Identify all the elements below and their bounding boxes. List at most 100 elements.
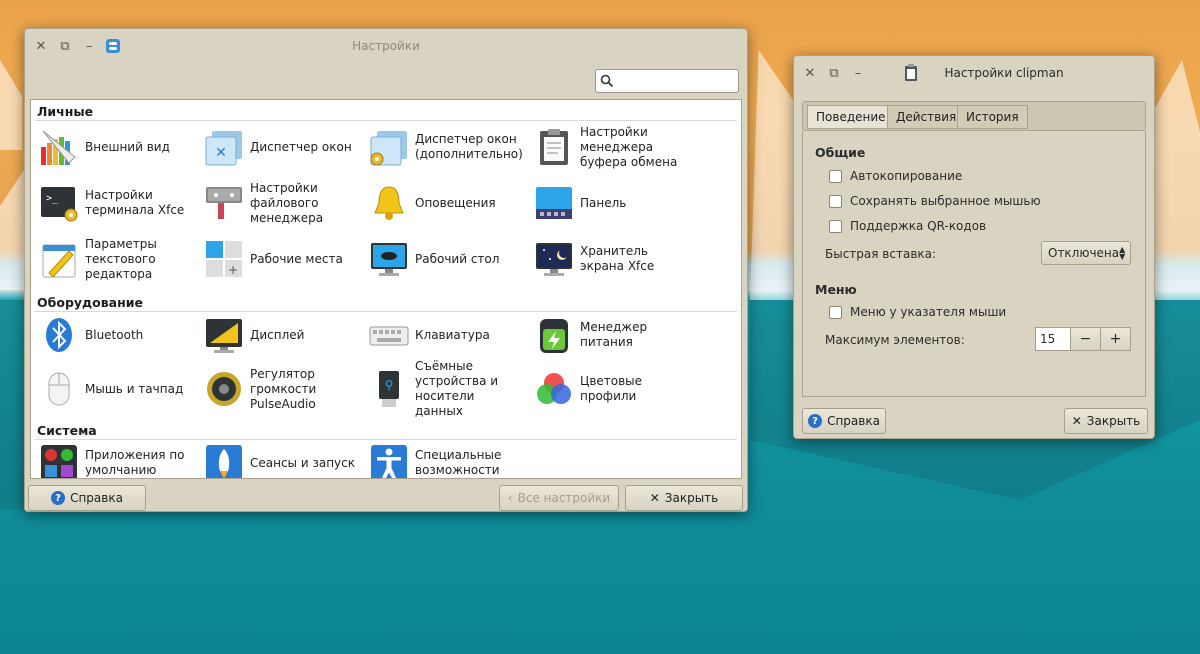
item-removable[interactable]: ⚲ Съёмные устройства и носители данных [361, 359, 526, 418]
help-button[interactable]: ? Справка [802, 408, 886, 434]
item-label: Диспетчер окон (дополнительно) [415, 132, 523, 161]
restore-icon[interactable]: ⧉ [53, 34, 77, 58]
wm-tweaks-icon [369, 127, 409, 167]
checkbox-label: Автокопирование [850, 169, 963, 183]
all-settings-button[interactable]: ‹ Все настройки [499, 485, 619, 511]
item-default-apps[interactable]: Приложения по умолчанию [31, 438, 196, 478]
item-label: Рабочие места [250, 251, 343, 266]
checkbox[interactable] [829, 219, 842, 233]
item-panel[interactable]: Панель [526, 178, 691, 228]
item-label: Дисплей [250, 327, 305, 342]
window-manager-icon: ✕ [204, 127, 244, 167]
restore-icon[interactable]: ⧉ [822, 61, 846, 85]
item-label: Хранитель экрана Xfce [580, 244, 655, 273]
svg-text:✕: ✕ [215, 145, 227, 161]
item-pulseaudio[interactable]: Регулятор громкости PulseAudio [196, 364, 361, 414]
paste-select[interactable]: Отключена ▲ ▼ [1041, 241, 1131, 265]
paste-label: Быстрая вставка: [825, 247, 937, 261]
titlebar: ✕ ⧉ – [25, 29, 747, 63]
close-button[interactable]: ✕ Закрыть [625, 485, 743, 511]
tab-bar: Поведение Действия История [802, 101, 1146, 131]
item-keyboard[interactable]: Клавиатура [361, 310, 526, 360]
close-icon[interactable]: ✕ [29, 34, 53, 58]
item-label: Внешний вид [85, 139, 170, 154]
at-pointer-checkbox[interactable]: Меню у указателя мыши [829, 305, 1006, 319]
minimize-icon[interactable]: – [77, 34, 101, 58]
item-notifications[interactable]: Оповещения [361, 178, 526, 228]
item-power[interactable]: Менеджер питания [526, 310, 691, 360]
item-file-manager[interactable]: Настройки файлового менеджера [196, 178, 361, 228]
updown-icon: ▲ ▼ [1119, 245, 1126, 261]
item-label: Регулятор громкости PulseAudio [250, 366, 317, 411]
group-general-title: Общие [815, 145, 866, 160]
item-label: Цветовые профили [580, 374, 643, 403]
svg-text:⚲: ⚲ [385, 378, 394, 392]
item-mousepad[interactable]: Параметры текстового редактора [31, 234, 196, 284]
chevron-left-icon: ‹ [507, 491, 513, 505]
autocopy-checkbox[interactable]: Автокопирование [829, 169, 962, 183]
close-icon[interactable]: ✕ [798, 61, 822, 85]
max-items-stepper[interactable]: 15 − + [1035, 327, 1131, 351]
search-input[interactable] [595, 69, 739, 93]
default-apps-icon [39, 443, 79, 478]
item-accessibility[interactable]: Специальные возможности [361, 438, 526, 478]
item-display[interactable]: Дисплей [196, 310, 361, 360]
help-button[interactable]: ? Справка [28, 485, 146, 511]
workspaces-icon: + [204, 239, 244, 279]
section-hardware: Оборудование [37, 295, 143, 310]
item-clipman[interactable]: Настройки менеджера буфера обмена [526, 122, 691, 172]
item-terminal[interactable]: >_ Настройки терминала Xfce [31, 178, 196, 228]
file-manager-icon [204, 183, 244, 223]
item-screensaver[interactable]: Хранитель экрана Xfce [526, 234, 691, 284]
max-items-input[interactable]: 15 [1035, 327, 1071, 351]
item-sessions[interactable]: Сеансы и запуск [196, 438, 361, 478]
item-color-profiles[interactable]: Цветовые профили [526, 364, 691, 414]
save-selection-checkbox[interactable]: Сохранять выбранное мышью [829, 194, 1041, 208]
speaker-icon [204, 369, 244, 409]
item-label: Параметры текстового редактора [85, 236, 157, 281]
checkbox[interactable] [829, 194, 842, 208]
titlebar: ✕ ⧉ – [794, 56, 1154, 90]
item-window-manager[interactable]: ✕ Диспетчер окон [196, 122, 361, 172]
item-wm-tweaks[interactable]: Диспетчер окон (дополнительно) [361, 122, 526, 172]
screensaver-icon [534, 239, 574, 279]
tab-history[interactable]: История [957, 105, 1028, 129]
item-label: Рабочий стол [415, 251, 500, 266]
item-bluetooth[interactable]: Bluetooth [31, 310, 196, 360]
item-label: Bluetooth [85, 327, 144, 342]
help-label: Справка [70, 491, 123, 505]
desktop-icon [369, 239, 409, 279]
wallpaper-shape [1155, 60, 1200, 300]
all-settings-label: Все настройки [517, 491, 611, 505]
increment-button[interactable]: + [1101, 327, 1131, 351]
checkbox-label: Сохранять выбранное мышью [850, 194, 1041, 208]
section-personal: Личные [37, 104, 94, 119]
wallpaper-shape [0, 170, 24, 290]
close-icon: ✕ [1071, 414, 1082, 428]
item-label: Съёмные устройства и носители данных [415, 359, 499, 418]
help-label: Справка [827, 414, 880, 428]
minimize-icon[interactable]: – [846, 61, 870, 85]
item-label: Оповещения [415, 195, 496, 210]
panel-icon [534, 183, 574, 223]
help-icon: ? [51, 491, 66, 505]
item-label: Мышь и тачпад [85, 381, 184, 396]
item-label: Настройки файлового менеджера [250, 180, 324, 225]
tab-actions[interactable]: Действия [887, 105, 966, 129]
usb-drive-icon: ⚲ [369, 369, 409, 409]
tab-behavior[interactable]: Поведение [807, 105, 895, 129]
item-mouse[interactable]: Мышь и тачпад [31, 364, 196, 414]
battery-icon [534, 315, 574, 355]
settings-app-icon [101, 34, 125, 58]
item-workspaces[interactable]: + Рабочие места [196, 234, 361, 284]
item-appearance[interactable]: Внешний вид [31, 122, 196, 172]
qr-checkbox[interactable]: Поддержка QR-кодов [829, 219, 986, 233]
checkbox[interactable] [829, 305, 842, 319]
item-desktop[interactable]: Рабочий стол [361, 234, 526, 284]
checkbox[interactable] [829, 169, 842, 183]
keyboard-icon [369, 315, 409, 355]
close-icon: ✕ [649, 491, 660, 505]
group-menu-title: Меню [815, 282, 857, 297]
close-button[interactable]: ✕ Закрыть [1064, 408, 1148, 434]
decrement-button[interactable]: − [1071, 327, 1101, 351]
